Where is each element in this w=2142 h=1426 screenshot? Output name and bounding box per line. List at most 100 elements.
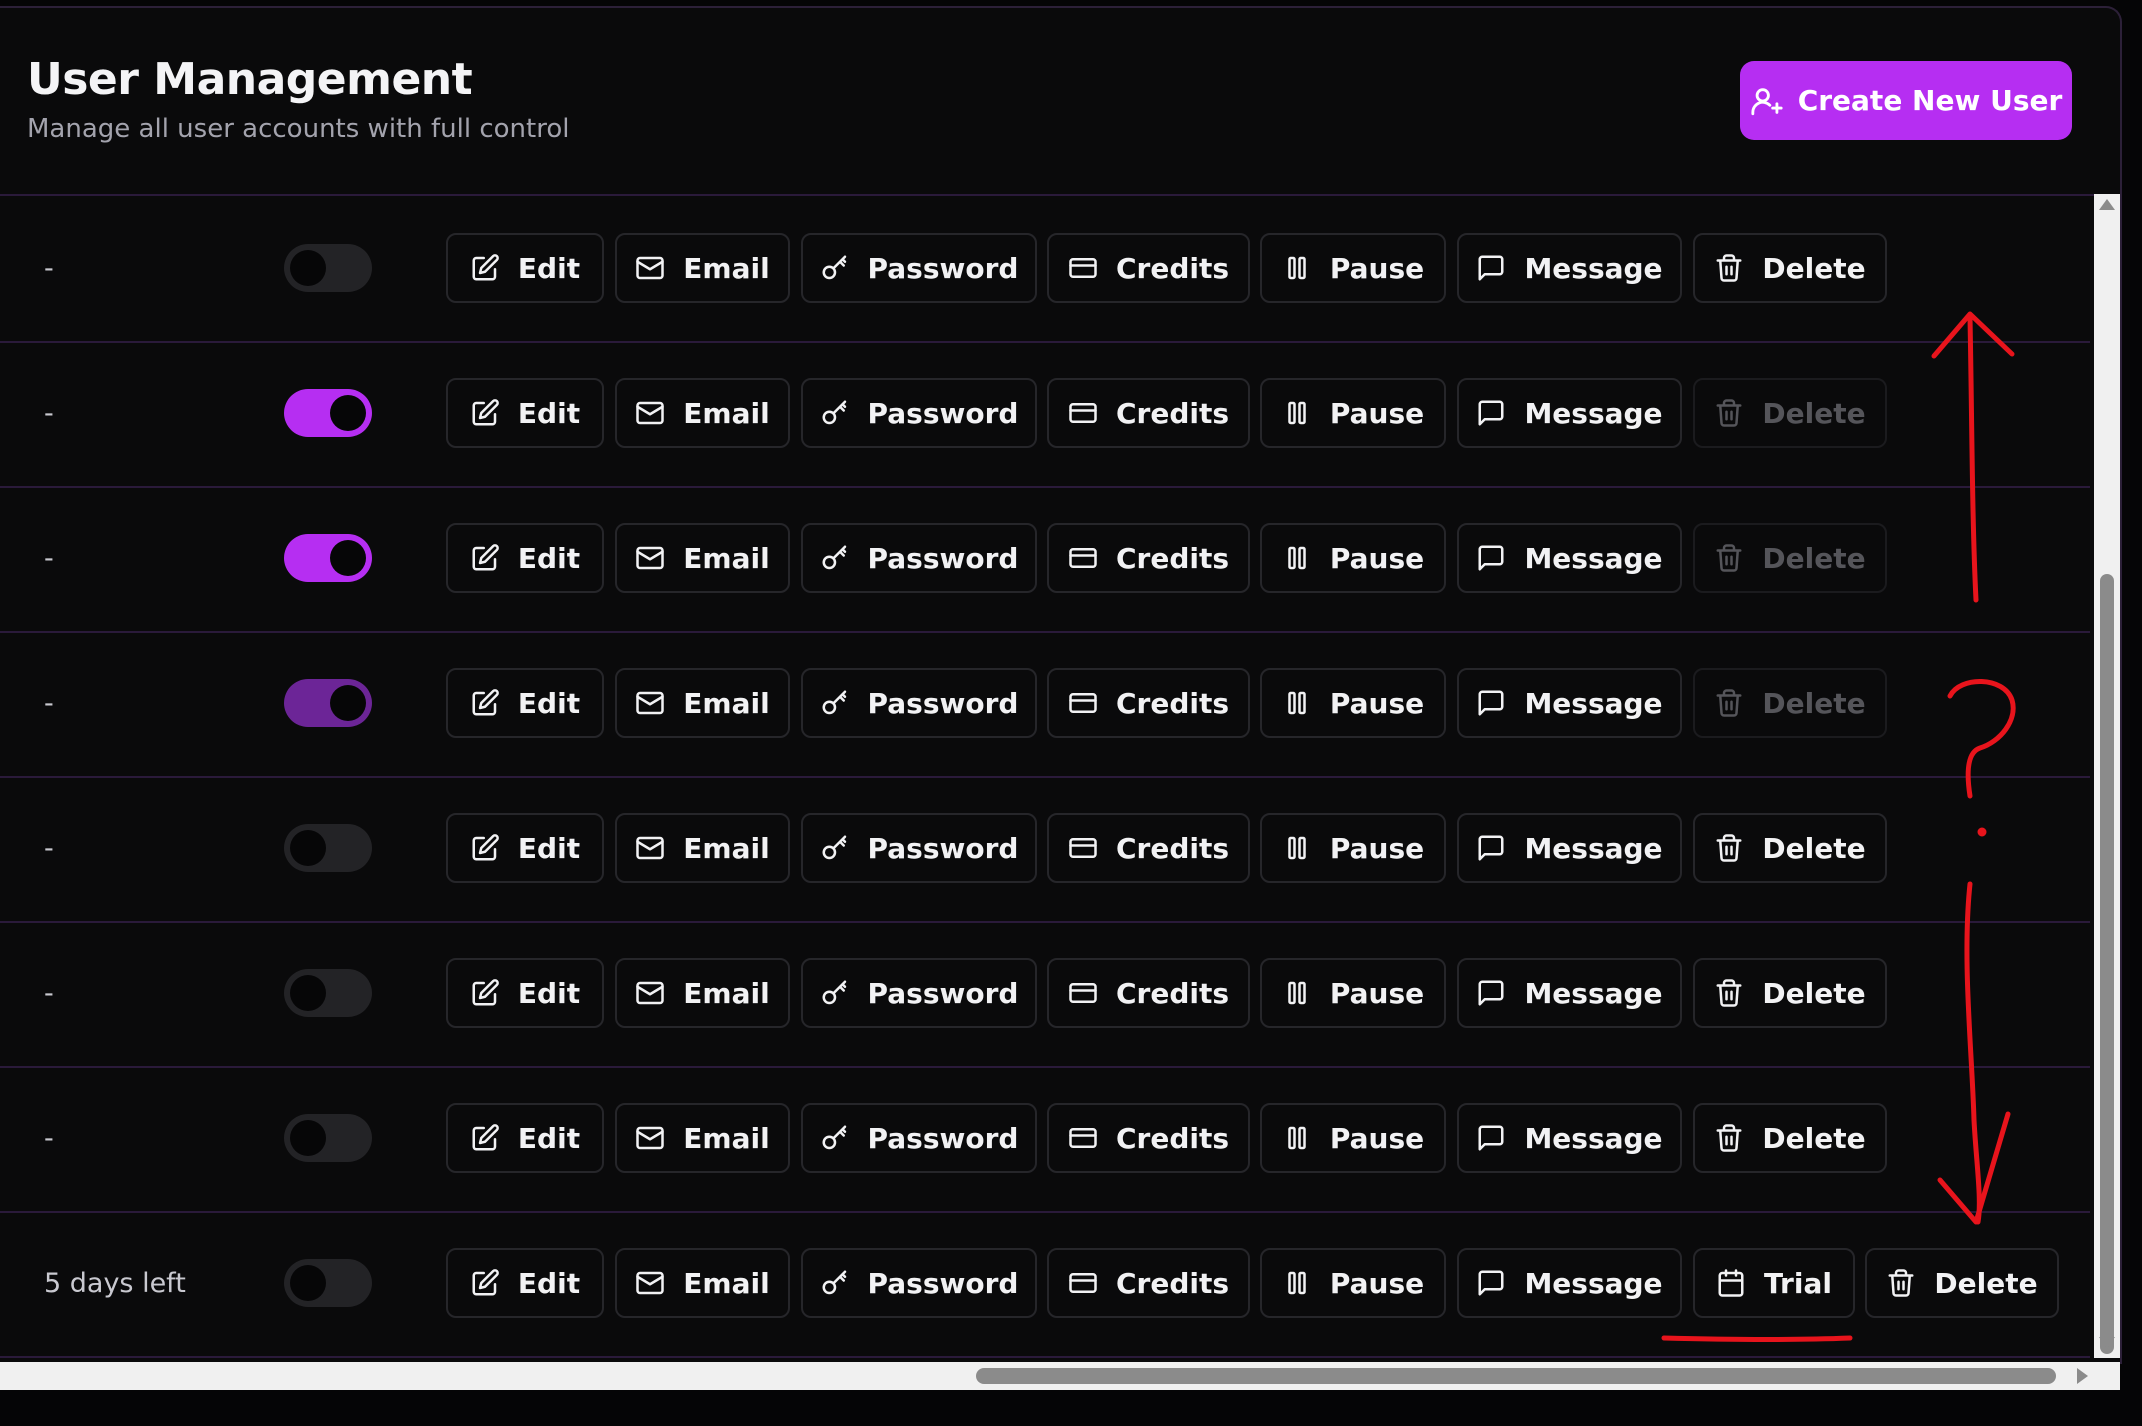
credits-button[interactable]: Credits (1047, 1248, 1250, 1318)
active-toggle[interactable] (284, 389, 372, 437)
message-button[interactable]: Message (1457, 523, 1682, 593)
user-management-panel: User Management Manage all user accounts… (0, 6, 2122, 1364)
credits-button[interactable]: Credits (1047, 668, 1250, 738)
message-button[interactable]: Message (1457, 378, 1682, 448)
message-button[interactable]: Message (1457, 233, 1682, 303)
pause-button[interactable]: Pause (1260, 378, 1446, 448)
email-button[interactable]: Email (615, 378, 790, 448)
scroll-down-arrow-icon[interactable] (2099, 1337, 2115, 1348)
user-row: - Edit Email Password Credits Pause Message Del… (0, 1066, 2090, 1213)
credits-button[interactable]: Credits (1047, 378, 1250, 448)
horizontal-scroll-thumb[interactable] (976, 1368, 2056, 1384)
message-button[interactable]: Message (1457, 1103, 1682, 1173)
email-button[interactable]: Email (615, 668, 790, 738)
edit-button[interactable]: Edit (446, 958, 604, 1028)
password-button[interactable]: Password (801, 378, 1037, 448)
pause-button-label: Pause (1329, 1266, 1425, 1300)
password-button-label: Password (867, 686, 1019, 720)
password-button[interactable]: Password (801, 813, 1037, 883)
email-button[interactable]: Email (615, 1248, 790, 1318)
message-button[interactable]: Message (1457, 668, 1682, 738)
active-toggle[interactable] (284, 244, 372, 292)
password-button[interactable]: Password (801, 1103, 1037, 1173)
trash-icon (1716, 834, 1742, 862)
email-button[interactable]: Email (615, 958, 790, 1028)
email-button[interactable]: Email (615, 233, 790, 303)
delete-button[interactable]: Delete (1693, 813, 1887, 883)
password-button[interactable]: Password (801, 668, 1037, 738)
password-button[interactable]: Password (801, 1248, 1037, 1318)
delete-button[interactable]: Delete (1693, 378, 1887, 448)
message-button[interactable]: Message (1457, 813, 1682, 883)
active-toggle[interactable] (284, 1114, 372, 1162)
delete-button[interactable]: Delete (1693, 668, 1887, 738)
credits-button[interactable]: Credits (1047, 813, 1250, 883)
key-icon (822, 545, 846, 570)
message-button[interactable]: Message (1457, 958, 1682, 1028)
edit-button[interactable]: Edit (446, 1248, 604, 1318)
edit-button-label: Edit (517, 686, 581, 720)
user-row: - Edit Email Password Credits Pause Message Del… (0, 196, 2090, 343)
delete-button[interactable]: Delete (1693, 958, 1887, 1028)
vertical-scroll-thumb[interactable] (2100, 574, 2114, 1354)
password-button-label: Password (867, 976, 1019, 1010)
page-title: User Management (27, 54, 473, 105)
trial-status-text: - (44, 978, 54, 1009)
active-toggle[interactable] (284, 534, 372, 582)
pause-button[interactable]: Pause (1260, 1248, 1446, 1318)
credits-button[interactable]: Credits (1047, 958, 1250, 1028)
message-button-label: Message (1524, 976, 1663, 1010)
email-button-label: Email (683, 396, 770, 430)
active-toggle[interactable] (284, 679, 372, 727)
active-toggle[interactable] (284, 824, 372, 872)
pause-button-label: Pause (1329, 541, 1425, 575)
edit-button[interactable]: Edit (446, 668, 604, 738)
mail-icon (636, 836, 665, 860)
password-button[interactable]: Password (801, 233, 1037, 303)
delete-button[interactable]: Delete (1693, 233, 1887, 303)
credits-button[interactable]: Credits (1047, 1103, 1250, 1173)
pause-button[interactable]: Pause (1260, 958, 1446, 1028)
edit-button[interactable]: Edit (446, 233, 604, 303)
edit-button[interactable]: Edit (446, 523, 604, 593)
create-new-user-button[interactable]: Create New User (1740, 61, 2072, 140)
vertical-scrollbar[interactable] (2094, 194, 2120, 1358)
credit-card-icon (1069, 258, 1097, 278)
mail-icon (636, 1271, 665, 1295)
scroll-up-arrow-icon[interactable] (2099, 199, 2115, 210)
password-button[interactable]: Password (801, 523, 1037, 593)
pause-button[interactable]: Pause (1260, 233, 1446, 303)
active-toggle[interactable] (284, 1259, 372, 1307)
trial-button[interactable]: Trial (1693, 1248, 1855, 1318)
credits-button-label: Credits (1115, 976, 1230, 1010)
credits-button[interactable]: Credits (1047, 523, 1250, 593)
delete-button[interactable]: Delete (1693, 523, 1887, 593)
message-icon (1478, 835, 1504, 861)
pause-button[interactable]: Pause (1260, 813, 1446, 883)
credit-card-icon (1069, 693, 1097, 713)
edit-icon (472, 689, 499, 716)
delete-button[interactable]: Delete (1693, 1103, 1887, 1173)
scroll-right-arrow-icon[interactable] (2077, 1368, 2088, 1384)
delete-button[interactable]: Delete (1865, 1248, 2059, 1318)
email-button[interactable]: Email (615, 813, 790, 883)
edit-button[interactable]: Edit (446, 378, 604, 448)
key-icon (822, 1270, 846, 1295)
email-button[interactable]: Email (615, 1103, 790, 1173)
pause-button[interactable]: Pause (1260, 523, 1446, 593)
pause-button[interactable]: Pause (1260, 1103, 1446, 1173)
user-row: - Edit Email Password Credits Pause Message Del… (0, 921, 2090, 1068)
edit-button[interactable]: Edit (446, 1103, 604, 1173)
toggle-knob (290, 1265, 326, 1301)
pause-button[interactable]: Pause (1260, 668, 1446, 738)
active-toggle[interactable] (284, 969, 372, 1017)
email-button[interactable]: Email (615, 523, 790, 593)
pause-icon (1288, 256, 1306, 280)
credits-button[interactable]: Credits (1047, 233, 1250, 303)
edit-button-label: Edit (517, 831, 581, 865)
pause-icon (1288, 691, 1306, 715)
message-button[interactable]: Message (1457, 1248, 1682, 1318)
password-button[interactable]: Password (801, 958, 1037, 1028)
horizontal-scrollbar[interactable] (0, 1362, 2120, 1390)
edit-button[interactable]: Edit (446, 813, 604, 883)
